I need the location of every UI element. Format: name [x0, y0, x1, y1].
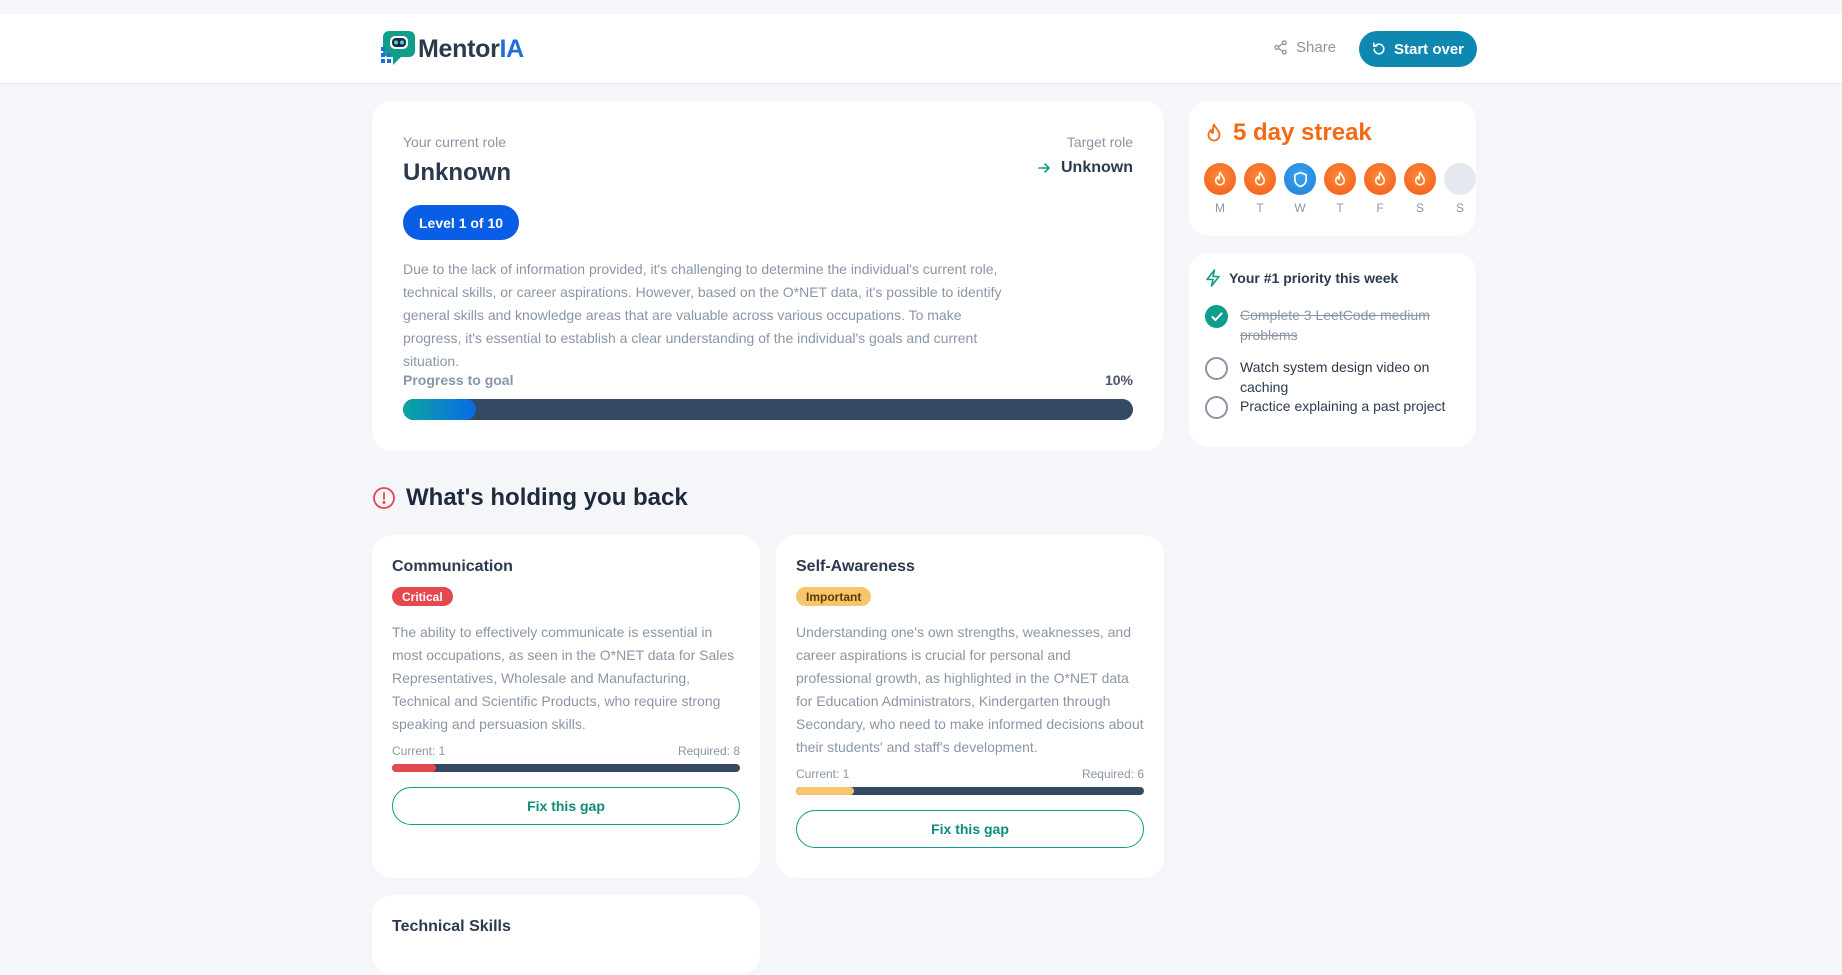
- role-description: Due to the lack of information provided,…: [403, 261, 1002, 369]
- streak-card: 5 day streak M T W T F S S: [1189, 101, 1476, 236]
- logo[interactable]: MentorIA: [379, 29, 524, 69]
- streak-day: W: [1284, 163, 1316, 215]
- streak-day-label: T: [1336, 201, 1344, 215]
- robot-logo-icon: [379, 29, 417, 69]
- empty-day-icon: [1444, 163, 1476, 195]
- flame-icon: [1324, 163, 1356, 195]
- task-item[interactable]: Practice explaining a past project: [1205, 396, 1465, 419]
- task-label: Practice explaining a past project: [1240, 398, 1446, 414]
- priority-card: Your #1 priority this week Complete 3 Le…: [1189, 253, 1476, 447]
- flame-icon: [1364, 163, 1396, 195]
- section-heading-text: What's holding you back: [406, 484, 688, 511]
- alert-circle-icon: [373, 487, 395, 509]
- start-over-label: Start over: [1393, 40, 1465, 58]
- streak-day-label: S: [1455, 201, 1464, 215]
- gap-levels: Current: 1 Required: 8: [392, 744, 740, 758]
- streak-text: 5 day streak: [1233, 119, 1372, 146]
- streak-day: M: [1204, 163, 1236, 215]
- streak-day-label: M: [1215, 201, 1225, 215]
- shield-icon: [1284, 163, 1316, 195]
- task-item[interactable]: Complete 3 LeetCode medium problems: [1205, 305, 1465, 345]
- start-over-button[interactable]: Start over: [1359, 31, 1477, 67]
- streak-day-label: T: [1256, 201, 1264, 215]
- streak-day: T: [1324, 163, 1356, 215]
- share-icon: [1274, 40, 1287, 55]
- severity-badge: Important: [796, 587, 872, 606]
- arrow-right-icon: [1038, 163, 1051, 173]
- target-role-label: Target role: [1066, 134, 1133, 150]
- gap-card: Self-Awareness Important Understanding one…: [776, 535, 1164, 878]
- flame-icon: [1404, 163, 1436, 195]
- flame-icon: [1244, 163, 1276, 195]
- gap-card: Technical Skills: [372, 895, 760, 975]
- current-role-label: Your current role: [403, 134, 506, 150]
- target-role-value: Unknown: [1061, 159, 1133, 176]
- gap-progress-fill: [392, 764, 436, 772]
- logo-text: MentorIA: [418, 34, 524, 63]
- progress-label: Progress to goal: [403, 372, 514, 388]
- share-button[interactable]: Share: [1273, 39, 1336, 56]
- task-item[interactable]: Watch system design video on caching: [1205, 357, 1465, 397]
- streak-day: T: [1244, 163, 1276, 215]
- gap-card: Communication Critical The ability to effe…: [372, 535, 760, 878]
- app-header: MentorIA Share Start over: [0, 14, 1842, 84]
- task-label: Complete 3 LeetCode medium problems: [1240, 307, 1430, 343]
- streak-day: S: [1444, 163, 1476, 215]
- streak-title: 5 day streak: [1205, 119, 1372, 147]
- streak-day-label: F: [1376, 201, 1384, 215]
- checkbox-icon[interactable]: [1205, 396, 1228, 419]
- gap-levels: Current: 1 Required: 6: [796, 767, 1144, 781]
- top-strip: [0, 0, 1842, 14]
- checked-checkbox-icon[interactable]: [1205, 305, 1228, 328]
- current-level: Current: 1: [796, 767, 850, 781]
- progress-value: 10%: [1104, 372, 1133, 388]
- priority-title: Your #1 priority this week: [1205, 269, 1398, 287]
- severity-badge: Critical: [392, 587, 453, 606]
- flame-icon: [1204, 163, 1236, 195]
- gap-progress-fill: [796, 787, 854, 795]
- current-level: Current: 1: [392, 744, 446, 758]
- target-role: Unknown: [1037, 159, 1133, 177]
- gap-description: Understanding one's own strengths, weakn…: [796, 624, 1144, 755]
- share-label: Share: [1296, 39, 1337, 56]
- gap-title: Communication: [392, 558, 513, 575]
- fix-gap-button[interactable]: Fix this gap: [392, 787, 740, 825]
- week-days: MTWTFSS: [1204, 163, 1476, 215]
- current-role-value: Unknown: [403, 159, 511, 186]
- level-badge: Level 1 of 10: [403, 205, 520, 240]
- progress-bar: [403, 399, 1133, 420]
- streak-day: S: [1404, 163, 1436, 215]
- streak-day-label: W: [1294, 201, 1306, 215]
- restart-icon: [1372, 42, 1385, 55]
- gap-title: Self-Awareness: [796, 558, 915, 575]
- gap-progress-bar: [796, 787, 1144, 795]
- streak-day-label: S: [1415, 201, 1424, 215]
- streak-day: F: [1364, 163, 1396, 215]
- gap-title: Technical Skills: [392, 918, 511, 935]
- lightning-icon: [1206, 269, 1220, 287]
- progress-bar-fill: [403, 399, 476, 420]
- required-level: Required: 6: [1081, 767, 1144, 781]
- gap-description: The ability to effectively communicate i…: [392, 624, 735, 732]
- checkbox-icon[interactable]: [1205, 357, 1228, 380]
- gap-progress-bar: [392, 764, 740, 772]
- flame-icon: [1207, 123, 1221, 142]
- task-label: Watch system design video on caching: [1240, 359, 1430, 395]
- role-card: Your current role Unknown Target role Un…: [372, 101, 1164, 451]
- fix-gap-button[interactable]: Fix this gap: [796, 810, 1144, 848]
- section-heading: What's holding you back: [372, 484, 688, 512]
- required-level: Required: 8: [677, 744, 740, 758]
- priority-title-text: Your #1 priority this week: [1229, 270, 1399, 286]
